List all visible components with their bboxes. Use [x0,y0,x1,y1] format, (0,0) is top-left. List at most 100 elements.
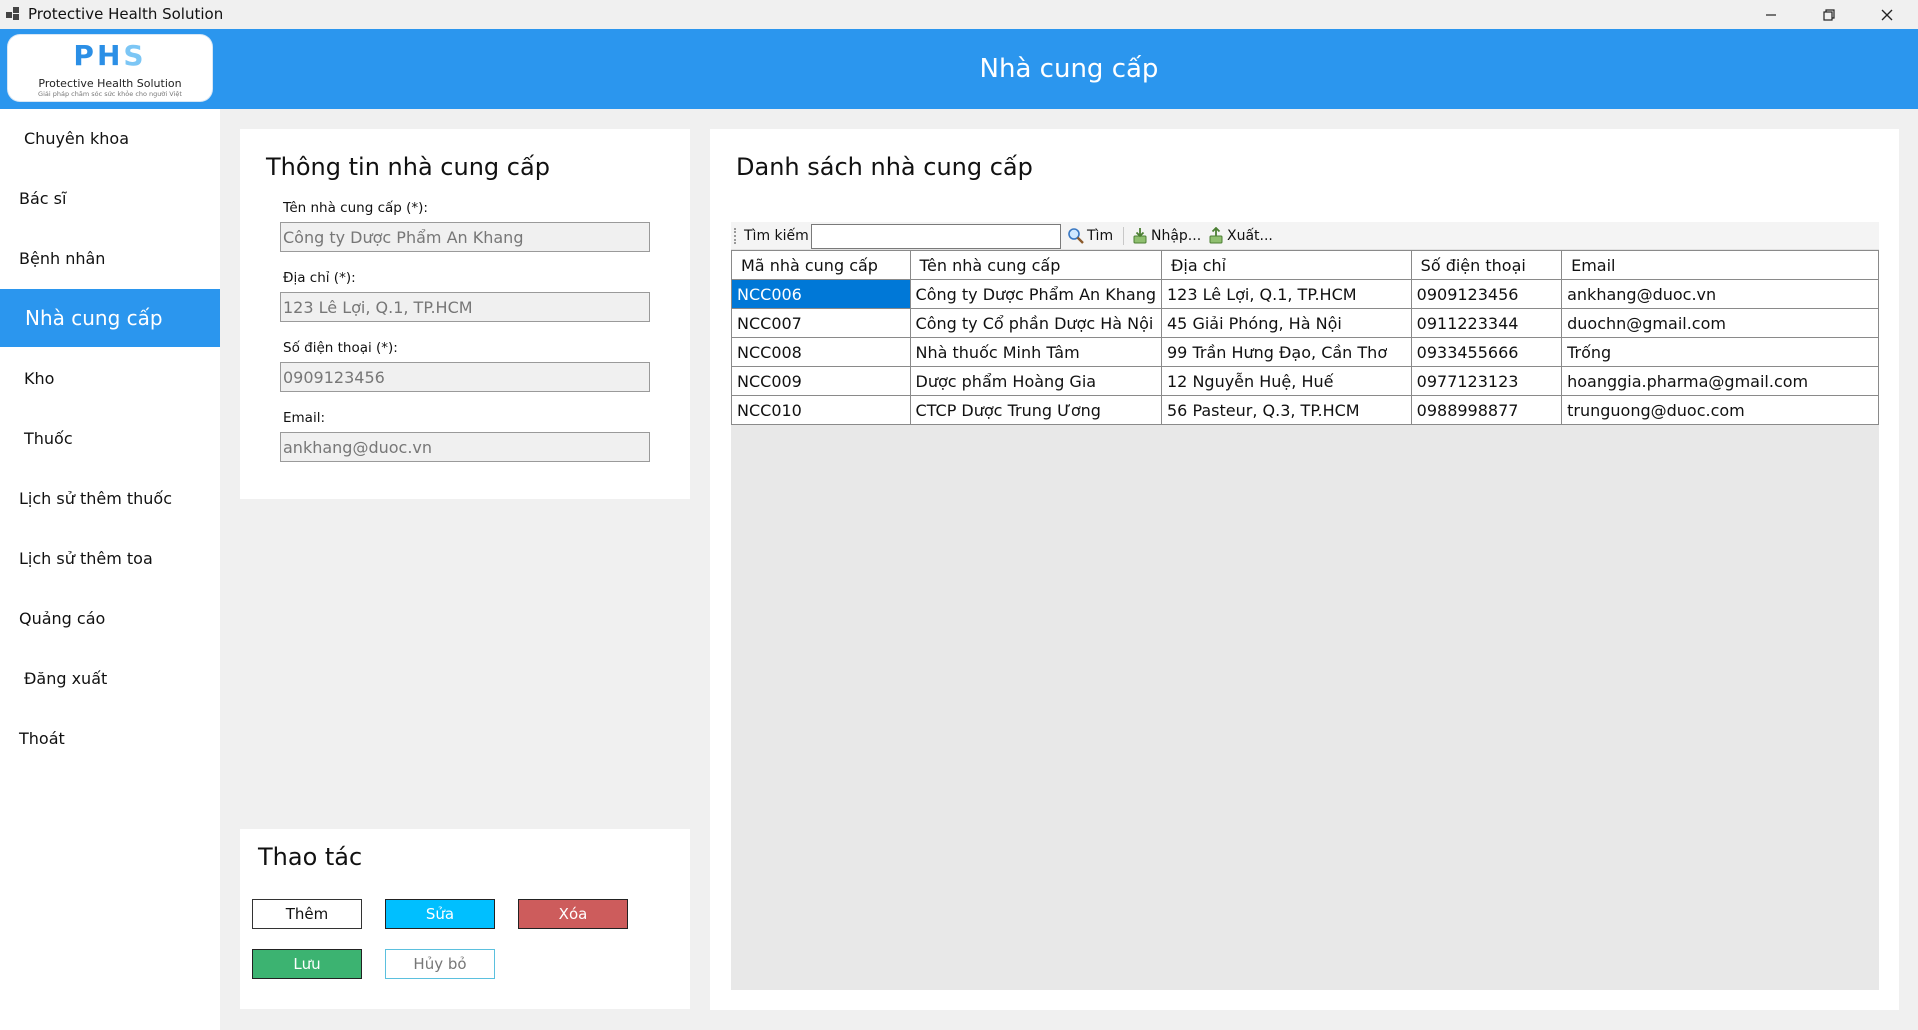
import-label: Nhập... [1151,228,1202,244]
window-title: Protective Health Solution [28,5,224,23]
info-panel: Thông tin nhà cung cấp Tên nhà cung cấp … [240,129,690,499]
minimize-icon [1766,13,1776,16]
address-field[interactable] [280,292,650,322]
sidebar: PHS Protective Health Solution Giải pháp… [0,29,220,1030]
import-button[interactable]: Nhập... [1129,224,1204,248]
sidebar-item-label: Nhà cung cấp [25,306,163,330]
sidebar-item-label: Đăng xuất [24,668,108,688]
table-cell[interactable]: NCC008 [731,337,911,367]
toolbar-separator [1123,227,1124,245]
sidebar-item-label: Chuyên khoa [24,128,129,148]
table-cell[interactable]: 0909123456 [1410,279,1563,309]
sidebar-item-label: Quảng cáo [19,608,106,628]
sidebar-item-label: Thoát [19,728,65,748]
email-field[interactable] [280,432,650,462]
column-header[interactable]: Địa chỉ [1161,250,1412,280]
table-cell[interactable]: 0988998877 [1410,395,1563,425]
sidebar-item-chuyen-khoa[interactable]: Chuyên khoa [0,110,220,166]
logo-name: Protective Health Solution [38,77,182,90]
table-cell[interactable]: 45 Giải Phóng, Hà Nội [1161,308,1412,338]
table-cell[interactable]: NCC006 [731,279,911,309]
sidebar-item-label: Thuốc [24,428,73,448]
column-header[interactable]: Mã nhà cung cấp [731,250,911,280]
sidebar-item-lich-su-them-toa[interactable]: Lịch sử thêm toa [0,530,220,586]
grid-toolbar: Tìm kiếm Tìm Nhập... Xuất... [731,222,1879,250]
column-header[interactable]: Số điện thoại [1410,250,1563,280]
logo-tagline: Giải pháp chăm sóc sức khỏe cho người Vi… [38,90,182,98]
delete-button[interactable]: Xóa [518,899,628,929]
table-cell[interactable]: CTCP Dược Trung Ương [909,395,1163,425]
sidebar-item-label: Bệnh nhân [19,248,106,268]
table-cell[interactable]: 12 Nguyễn Huệ, Huế [1161,366,1412,396]
sidebar-item-label: Kho [24,368,55,388]
sidebar-item-bac-si[interactable]: Bác sĩ [0,170,220,226]
table-header-row: Mã nhà cung cấp Tên nhà cung cấp Địa chỉ… [731,250,1879,280]
actions-panel: Thao tác Thêm Sửa Xóa Lưu Hủy bỏ [240,829,690,1009]
table-cell[interactable]: 123 Lê Lợi, Q.1, TP.HCM [1161,279,1412,309]
table-cell[interactable]: trunguong@duoc.com [1561,395,1879,425]
table-cell[interactable]: Công ty Cổ phần Dược Hà Nội [909,308,1163,338]
table-row[interactable]: NCC007 Công ty Cổ phần Dược Hà Nội 45 Gi… [731,308,1879,338]
table-cell[interactable]: Công ty Dược Phẩm An Khang [909,279,1163,309]
add-button[interactable]: Thêm [252,899,362,929]
sidebar-item-nha-cung-cap[interactable]: Nhà cung cấp [0,289,220,347]
sidebar-item-label: Lịch sử thêm toa [19,548,153,568]
sidebar-item-dang-xuat[interactable]: Đăng xuất [0,650,220,706]
table-row[interactable]: NCC009 Dược phẩm Hoàng Gia 12 Nguyễn Huệ… [731,366,1879,396]
restore-button[interactable] [1800,0,1858,29]
table-cell[interactable]: Trống [1561,337,1879,367]
phone-label: Số điện thoại (*): [283,340,398,356]
column-header[interactable]: Tên nhà cung cấp [909,250,1163,280]
address-label: Địa chỉ (*): [283,270,356,286]
table-cell[interactable]: 0911223344 [1410,308,1563,338]
sidebar-item-kho[interactable]: Kho [0,350,220,406]
cancel-button[interactable]: Hủy bỏ [385,949,495,979]
find-label: Tìm [1087,228,1114,244]
table-cell[interactable]: Dược phẩm Hoàng Gia [909,366,1163,396]
sidebar-item-benh-nhan[interactable]: Bệnh nhân [0,230,220,286]
export-icon [1209,227,1223,244]
search-input[interactable] [811,224,1061,249]
sidebar-item-thuoc[interactable]: Thuốc [0,410,220,466]
sidebar-item-thoat[interactable]: Thoát [0,710,220,766]
supplier-grid-area: Mã nhà cung cấp Tên nhà cung cấp Địa chỉ… [731,250,1879,990]
close-icon [1881,9,1893,20]
export-button[interactable]: Xuất... [1205,224,1275,248]
sidebar-item-label: Lịch sử thêm thuốc [19,488,173,508]
table-cell[interactable]: NCC009 [731,366,911,396]
table-row[interactable]: NCC006 Công ty Dược Phẩm An Khang 123 Lê… [731,279,1879,309]
table-row[interactable]: NCC008 Nhà thuốc Minh Tâm 99 Trần Hưng Đ… [731,337,1879,367]
close-button[interactable] [1858,0,1916,29]
table-cell[interactable]: NCC007 [731,308,911,338]
save-button[interactable]: Lưu [252,949,362,979]
email-label: Email: [283,410,326,426]
toolbar-grip[interactable] [734,228,736,244]
table-cell[interactable]: 0933455666 [1410,337,1563,367]
search-icon [1068,228,1084,244]
export-label: Xuất... [1227,228,1273,244]
column-header[interactable]: Email [1561,250,1879,280]
supplier-name-label: Tên nhà cung cấp (*): [283,200,428,216]
minimize-button[interactable] [1742,0,1800,29]
logo-letters-main: PH [73,39,124,72]
list-panel-title: Danh sách nhà cung cấp [736,153,1033,181]
sidebar-item-quang-cao[interactable]: Quảng cáo [0,590,220,646]
table-cell[interactable]: duochn@gmail.com [1561,308,1879,338]
edit-button[interactable]: Sửa [385,899,495,929]
sidebar-item-label: Bác sĩ [19,188,67,208]
table-cell[interactable]: Nhà thuốc Minh Tâm [909,337,1163,367]
info-panel-title: Thông tin nhà cung cấp [266,153,550,181]
supplier-name-field[interactable] [280,222,650,252]
search-label: Tìm kiếm [744,228,809,244]
table-cell[interactable]: hoanggia.pharma@gmail.com [1561,366,1879,396]
sidebar-item-lich-su-them-thuoc[interactable]: Lịch sử thêm thuốc [0,470,220,526]
table-cell[interactable]: 0977123123 [1410,366,1563,396]
table-cell[interactable]: ankhang@duoc.vn [1561,279,1879,309]
actions-panel-title: Thao tác [258,843,363,871]
table-cell[interactable]: 56 Pasteur, Q.3, TP.HCM [1161,395,1412,425]
phone-field[interactable] [280,362,650,392]
find-button[interactable]: Tìm [1065,224,1120,248]
table-cell[interactable]: 99 Trần Hưng Đạo, Cần Thơ [1161,337,1412,367]
table-row[interactable]: NCC010 CTCP Dược Trung Ương 56 Pasteur, … [731,395,1879,425]
table-cell[interactable]: NCC010 [731,395,911,425]
